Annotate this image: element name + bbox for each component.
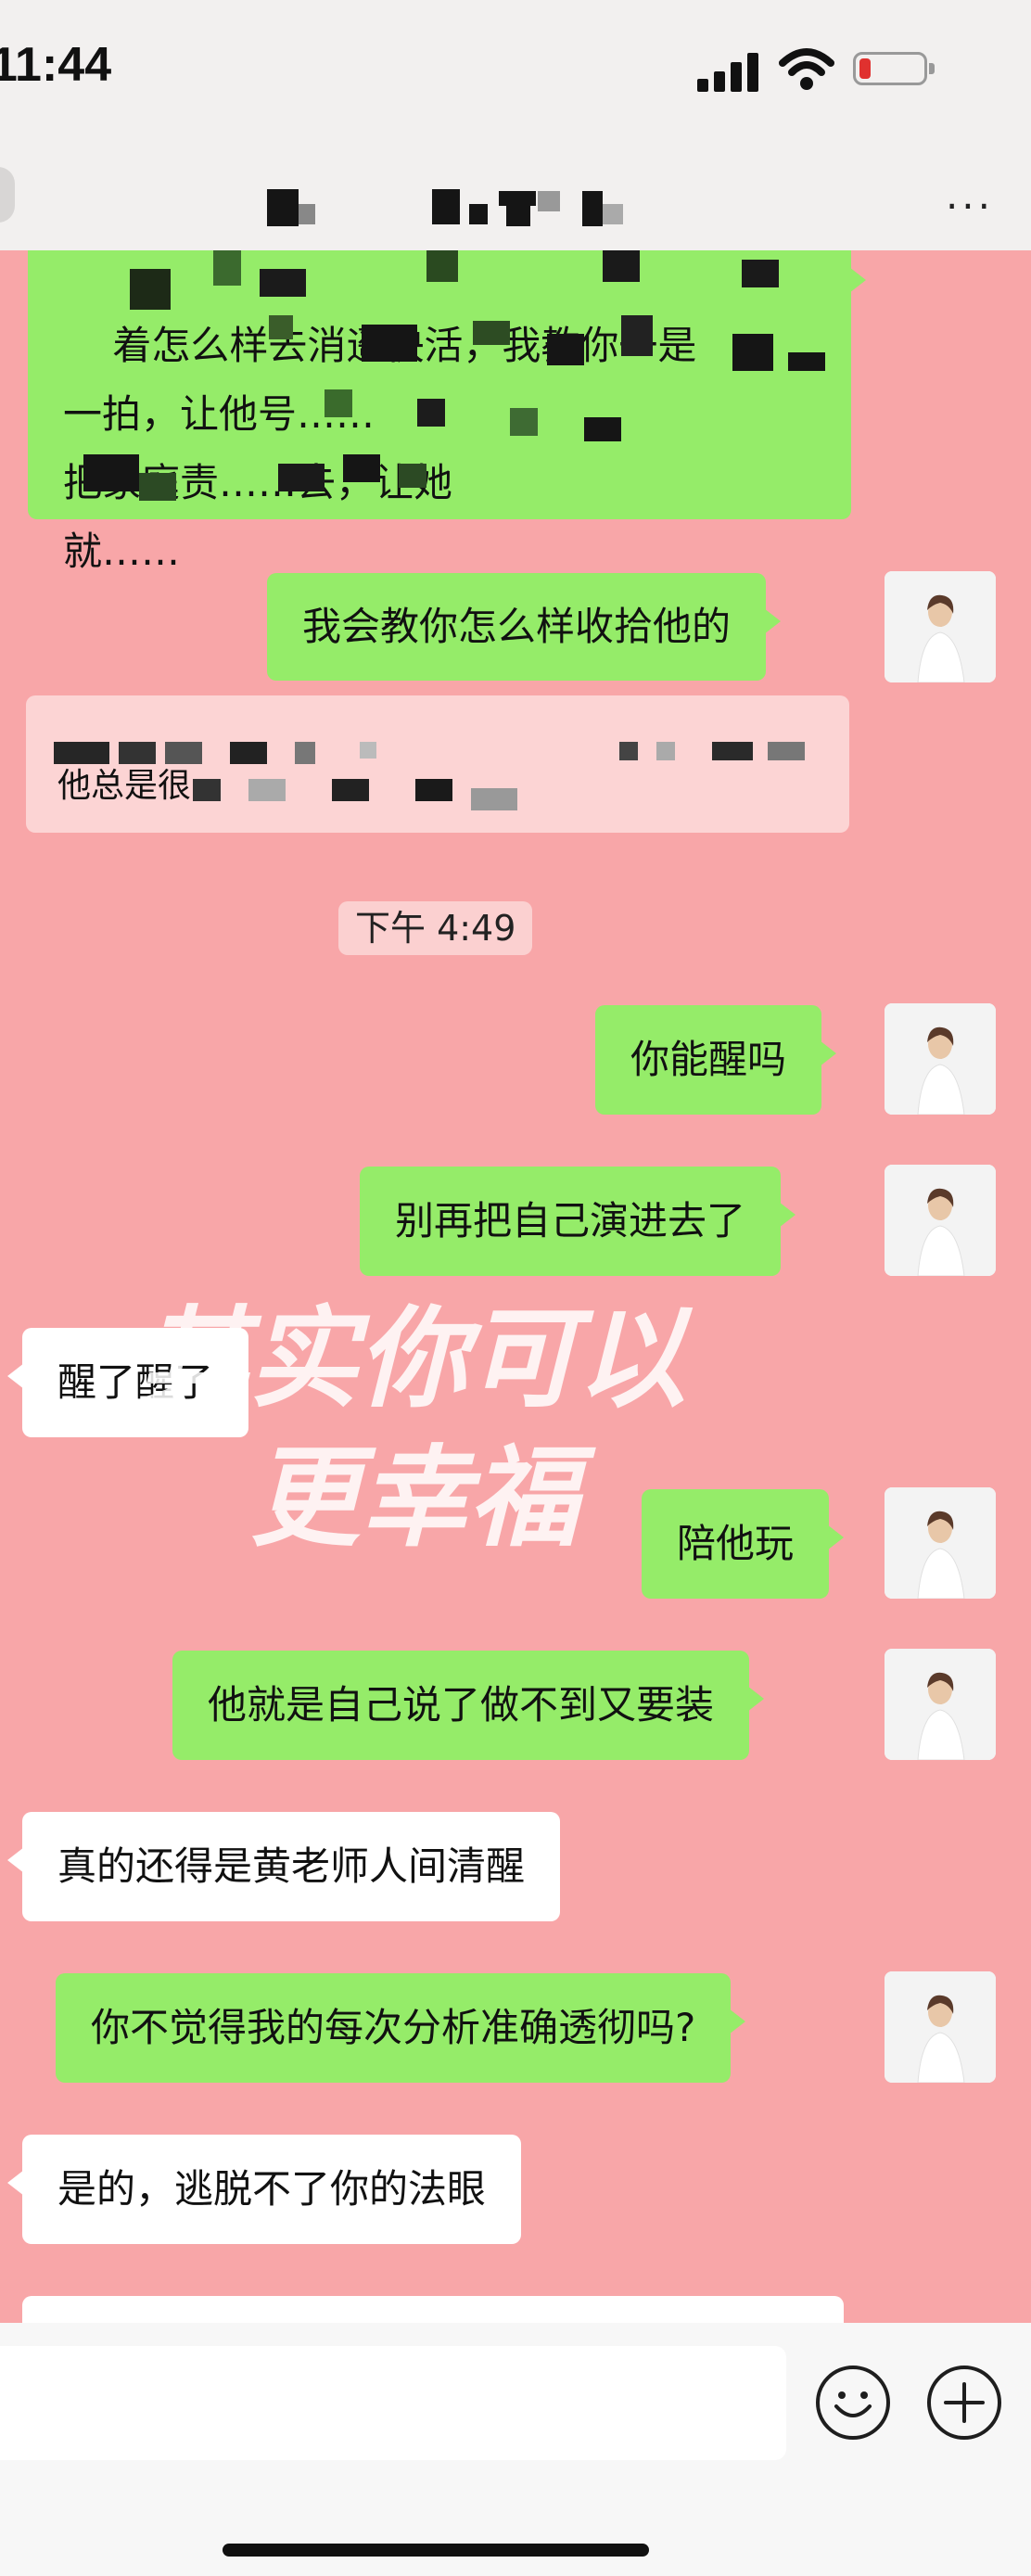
- avatar-self[interactable]: [885, 571, 996, 682]
- message-bubble-other[interactable]: 真的还得是黄老师人间清醒: [6, 1812, 561, 1921]
- avatar-self[interactable]: [885, 1971, 996, 2083]
- redaction-mosaic: [28, 232, 851, 519]
- battery-icon: [853, 52, 935, 85]
- redaction-mosaic: [26, 695, 849, 833]
- smiley-icon: [834, 2391, 872, 2417]
- message-bubble-self[interactable]: 你能醒吗: [595, 1005, 837, 1115]
- avatar-image: [885, 1003, 996, 1115]
- message-text: 我会教你怎么样收拾他的: [302, 604, 732, 649]
- avatar-self[interactable]: [885, 1165, 996, 1276]
- back-button[interactable]: [0, 167, 15, 223]
- quoted-message[interactable]: 他总是很: [26, 695, 849, 833]
- message-bubble-other[interactable]: 是的，逃脱不了你的法眼: [6, 2135, 522, 2244]
- emoji-button[interactable]: [816, 2366, 890, 2440]
- message-bubble-self[interactable]: 着怎么样去消遥快活，我教你一是 一拍，让他号…… 把家庭责……去，让她 就……: [28, 232, 866, 574]
- wifi-icon: [779, 48, 834, 90]
- avatar-image: [885, 571, 996, 682]
- avatar-image: [885, 1165, 996, 1276]
- timestamp: 下午 4:49: [338, 901, 533, 955]
- signal-icon: [697, 51, 762, 92]
- avatar-self[interactable]: [885, 1003, 996, 1115]
- chat-area[interactable]: 着怎么样去消遥快活，我教你一是 一拍，让他号…… 把家庭责……去，让她 就……: [0, 0, 1031, 2337]
- home-indicator: [223, 2544, 649, 2557]
- input-bar: [0, 2323, 1031, 2576]
- avatar-image: [885, 1971, 996, 2083]
- message-text: 是的，逃脱不了你的法眼: [57, 2166, 487, 2212]
- message-text: 醒了醒了: [57, 1359, 214, 1405]
- avatar-image: [885, 1487, 996, 1599]
- avatar-image: [885, 1649, 996, 1760]
- message-text: 别再把自己演进去了: [395, 1198, 746, 1243]
- more-options-button[interactable]: ···: [946, 184, 994, 229]
- message-bubble-self[interactable]: 陪他玩: [642, 1489, 845, 1599]
- plus-button[interactable]: [927, 2366, 1001, 2440]
- avatar-self[interactable]: [885, 1649, 996, 1760]
- message-bubble-self[interactable]: 他就是自己说了做不到又要装: [172, 1651, 765, 1760]
- message-text: 陪他玩: [677, 1521, 795, 1566]
- message-text: 你不觉得我的每次分析准确透彻吗?: [91, 2005, 696, 2050]
- message-bubble-self[interactable]: 别再把自己演进去了: [360, 1167, 796, 1276]
- message-text: 他就是自己说了做不到又要装: [208, 1682, 715, 1728]
- message-text: 真的还得是黄老师人间清醒: [57, 1843, 526, 1889]
- status-time: 11:44: [0, 38, 112, 92]
- message-bubble-other[interactable]: 醒了醒了: [6, 1328, 249, 1437]
- message-bubble-self[interactable]: 你不觉得我的每次分析准确透彻吗?: [56, 1973, 746, 2083]
- chat-title-redacted: [260, 185, 686, 230]
- message-bubble-self[interactable]: 我会教你怎么样收拾他的: [267, 573, 782, 681]
- plus-icon: [944, 2382, 985, 2423]
- status-bar: 11:44: [0, 0, 1031, 139]
- message-input[interactable]: [0, 2346, 786, 2460]
- chat-header: ···: [0, 139, 1031, 250]
- avatar-self[interactable]: [885, 1487, 996, 1599]
- message-text: 你能醒吗: [630, 1037, 787, 1082]
